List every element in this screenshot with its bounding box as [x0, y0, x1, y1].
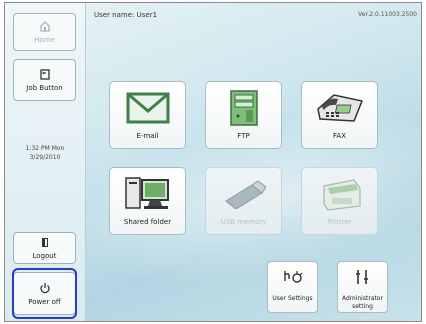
- logout-label: Logout: [32, 251, 57, 260]
- version-label: Ver.2.0.11003.2500: [358, 11, 417, 18]
- home-icon: [39, 20, 51, 34]
- user-settings-label: User Settings: [272, 295, 313, 302]
- usb-memory-tile[interactable]: USB memory: [205, 167, 282, 235]
- usb-drive-icon: [214, 176, 274, 212]
- app-screen: Home Job Button 1:32 PM Mon 3/29/2010 Lo…: [4, 2, 422, 322]
- printer-tile[interactable]: Printer: [301, 167, 378, 235]
- home-button[interactable]: Home: [13, 13, 76, 51]
- fax-label: FAX: [333, 132, 346, 140]
- ftp-tile[interactable]: FTP: [205, 81, 282, 149]
- user-settings-button[interactable]: User Settings: [267, 261, 318, 313]
- shared-folder-label: Shared folder: [123, 218, 172, 226]
- user-settings-icon: [282, 269, 304, 287]
- administrator-setting-button[interactable]: Administrator setting: [337, 261, 388, 313]
- administrator-label-line2: setting: [352, 303, 373, 310]
- server-icon: [214, 90, 274, 126]
- administrator-setting-icon: [354, 269, 372, 287]
- job-button-icon: [39, 68, 51, 82]
- administrator-setting-label: Administrator setting: [342, 295, 383, 311]
- username-label: User name: User1: [94, 11, 158, 19]
- logout-icon: [40, 237, 50, 250]
- shared-folder-tile[interactable]: Shared folder: [109, 167, 186, 235]
- usb-memory-label: USB memory: [220, 218, 267, 226]
- home-label: Home: [34, 36, 55, 44]
- power-off-highlight: [12, 268, 77, 319]
- printer-icon: [310, 176, 370, 212]
- clock-time: 1:32 PM Mon: [25, 145, 65, 152]
- job-button-label: Job Button: [26, 84, 63, 92]
- envelope-icon: [118, 90, 178, 126]
- clock-date: 3/29/2010: [29, 154, 61, 161]
- clock: 1:32 PM Mon 3/29/2010: [9, 144, 81, 162]
- ftp-label: FTP: [237, 132, 250, 140]
- computer-icon: [118, 176, 178, 212]
- fax-tile[interactable]: FAX: [301, 81, 378, 149]
- job-button[interactable]: Job Button: [13, 59, 76, 101]
- fax-icon: [310, 90, 370, 126]
- email-tile[interactable]: E-mail: [109, 81, 186, 149]
- logout-button[interactable]: Logout: [13, 232, 76, 264]
- printer-label: Printer: [327, 218, 352, 226]
- administrator-label-line1: Administrator: [342, 295, 383, 302]
- email-label: E-mail: [136, 132, 159, 140]
